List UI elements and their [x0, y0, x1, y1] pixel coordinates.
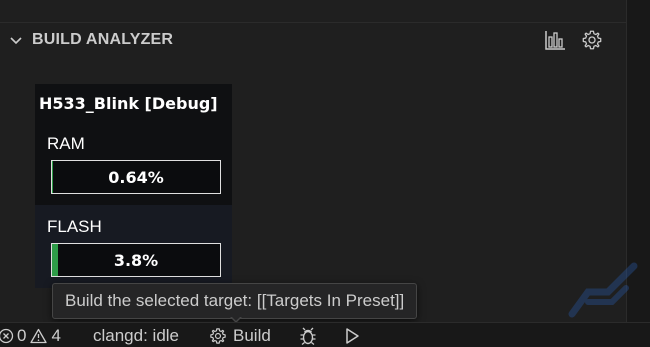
chevron-down-icon[interactable]	[8, 32, 24, 48]
clangd-status[interactable]: clangd: idle	[93, 323, 179, 347]
problems-status[interactable]: 0 4	[0, 323, 61, 347]
bug-icon	[298, 326, 318, 346]
build-tooltip: Build the selected target: [[Targets In …	[52, 283, 418, 319]
clangd-status-text: clangd: idle	[93, 325, 180, 345]
target-card: H533_Blink [Debug] RAM 0.64% FLASH 3.8%	[35, 84, 232, 288]
build-analyzer-view: BUILD ANALYZER H533_Blink [Debug] RAM 0.…	[0, 0, 650, 347]
ram-label: RAM	[47, 134, 85, 153]
status-bar: 0 4 clangd: idle Build	[0, 322, 650, 347]
run-button[interactable]	[344, 323, 360, 347]
flash-label: FLASH	[47, 217, 102, 236]
warning-icon	[30, 328, 48, 344]
play-icon	[344, 327, 360, 345]
ram-usage-bar: 0.64%	[51, 160, 221, 194]
warning-count: 4	[51, 325, 61, 345]
top-divider	[0, 22, 626, 23]
debug-button[interactable]	[298, 323, 318, 347]
flash-section: FLASH 3.8%	[35, 205, 232, 288]
gear-icon	[209, 327, 227, 345]
tooltip-text: Build the selected target: [[Targets In …	[65, 291, 405, 310]
build-button-label: Build	[233, 325, 271, 345]
panel-header[interactable]: BUILD ANALYZER	[0, 24, 626, 56]
gear-icon[interactable]	[580, 28, 604, 52]
ram-section: RAM 0.64%	[35, 122, 232, 204]
watermark-logo	[568, 262, 638, 318]
panel-title: BUILD ANALYZER	[32, 31, 174, 48]
build-button[interactable]: Build	[209, 323, 271, 347]
error-icon	[0, 328, 14, 344]
bar-chart-icon[interactable]	[543, 28, 567, 52]
ram-usage-value: 0.64%	[108, 167, 164, 187]
error-count: 0	[17, 325, 27, 345]
flash-usage-bar: 3.8%	[51, 243, 221, 277]
target-title: H533_Blink [Debug]	[39, 94, 218, 113]
flash-usage-value: 3.8%	[113, 250, 159, 270]
